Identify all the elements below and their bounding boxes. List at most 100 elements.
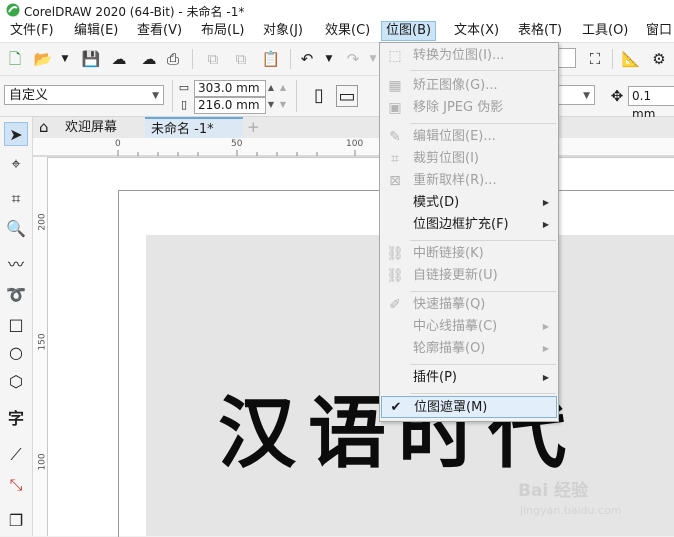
zoom-tool-icon[interactable]: 🔍 [4,217,28,241]
copy-icon[interactable]: ⧉ [230,48,252,70]
page-width-value: 303.0 mm [198,81,260,95]
portrait-icon[interactable]: ▯ [308,85,330,107]
menu-file[interactable]: 文件(F) [6,22,58,40]
freehand-tool-icon[interactable]: 〰 [4,253,28,277]
menu-edit[interactable]: 编辑(E) [70,22,122,40]
tab-document[interactable]: 未命名 -1* [145,117,243,138]
menu-item-straighten-image[interactable]: ▦ 矫正图像(G)... [381,75,557,97]
menu-tools[interactable]: 工具(O) [578,22,632,40]
print-icon[interactable]: ⎙ [162,48,184,70]
units-select[interactable]: ▼ [557,85,595,105]
convert-bitmap-icon: ⬚ [388,48,402,64]
parallel-dimension-icon[interactable]: ⟋ [4,443,28,467]
menu-item-crop-bitmap[interactable]: ⌗ 裁剪位图(I) [381,148,557,170]
menu-item-centerline-trace[interactable]: 中心线描摹(C) ▶ [381,316,557,338]
menu-item-bitmap-border-expand[interactable]: 位图边框扩充(F) ▶ [381,214,557,236]
landscape-icon[interactable]: ▭ [336,85,358,107]
page-width-field[interactable]: 303.0 mm [194,80,266,97]
jpeg-artifact-icon: ▣ [388,100,402,116]
menu-effects[interactable]: 效果(C) [321,22,374,40]
full-screen-icon[interactable]: ⛶ [584,48,606,70]
standard-toolbar: 🗋 📂 ▼ 💾 ☁ ☁ ⎙ ⧉ ⧉ 📋 ↶ ▼ ↷ ▼ ⛶ 📐 ⚙ [0,43,674,76]
submenu-arrow-icon: ▶ [542,344,549,353]
artistic-media-icon[interactable]: ➰ [4,283,28,307]
menu-item-edit-bitmap[interactable]: ✎ 编辑位图(E)... [381,126,557,148]
ruler-label: 0 [115,139,121,149]
connector-tool-icon[interactable]: ⤡ [4,473,28,497]
redo-icon[interactable]: ↷ [342,48,364,70]
ruler-label: 200 [37,213,48,231]
menu-layout[interactable]: 布局(L) [197,22,248,40]
height-spinner-icon[interactable]: ▼ [266,94,276,116]
property-bar: 自定义 ▼ ▭ 303.0 mm ▲ ▲ ▯ 216.0 mm ▼ ▼ ▯ ▭ … [0,76,674,121]
open-folder-icon[interactable]: 📂 [32,48,54,70]
drop-shadow-icon[interactable]: ❐ [4,509,28,533]
rectangle-tool-icon[interactable]: □ [4,313,28,337]
menu-item-update-link[interactable]: ⛓ 自链接更新(U) [381,265,557,287]
title-bar: CorelDRAW 2020 (64-Bit) - 未命名 -1* [0,0,674,20]
horizontal-ruler[interactable]: 0 50 100 [33,138,674,158]
paste-icon[interactable]: 📋 [260,48,282,70]
cut-icon[interactable]: ⧉ [202,48,224,70]
menu-item-outline-trace[interactable]: 轮廓描摹(O) ▶ [381,338,557,360]
menu-item-bitmap-mask[interactable]: ✔ 位图遮罩(M) [381,396,557,418]
home-icon[interactable]: ⌂ [33,117,59,138]
text-tool-icon[interactable]: 字 [4,407,28,431]
menu-item-resample[interactable]: ⊠ 重新取样(R)... [381,170,557,192]
menu-object[interactable]: 对象(J) [259,22,307,40]
options-icon[interactable]: ⚙ [648,48,670,70]
page-preset-value: 自定义 [9,88,49,103]
submenu-arrow-icon: ▶ [542,373,549,382]
ellipse-tool-icon[interactable]: ○ [4,341,28,365]
vertical-ruler[interactable]: 200 150 100 [33,157,48,536]
save-icon[interactable]: 💾 [80,48,102,70]
checkmark-icon: ✔ [390,400,402,415]
update-link-icon: ⛓ [386,268,404,284]
toolbox: ➤ ⌖ ⌗ 🔍 〰 ➰ □ ○ ⬡ 字 ⟋ ⤡ ❐ [0,117,33,536]
ruler-label: 50 [231,139,243,149]
open-dropdown-icon[interactable]: ▼ [54,48,76,70]
new-document-icon[interactable]: 🗋 [4,48,26,70]
pick-tool-icon[interactable]: ➤ [4,122,28,146]
menu-bitmap[interactable]: 位图(B) [381,21,437,41]
add-tab-button[interactable]: + [241,117,263,138]
menu-table[interactable]: 表格(T) [514,22,566,40]
rulers-toggle-icon[interactable]: 📐 [620,48,642,70]
crop-bitmap-icon: ⌗ [391,151,399,167]
nudge-distance-field[interactable]: 0.1 mm [628,86,674,121]
menu-item-mode[interactable]: 模式(D) ▶ [381,192,557,214]
crop-tool-icon[interactable]: ⌗ [4,187,28,211]
undo-icon[interactable]: ↶ [296,48,318,70]
chevron-down-icon: ▼ [152,91,159,101]
menu-item-quick-trace[interactable]: ✐ 快速描摹(Q) [381,294,557,316]
menu-view[interactable]: 查看(V) [133,22,186,40]
watermark-logo: Bai 经验 [518,481,589,501]
page-height-value: 216.0 mm [198,98,260,112]
menu-bar: 文件(F) 编辑(E) 查看(V) 布局(L) 对象(J) 效果(C) 位图(B… [0,20,674,43]
page-height-field[interactable]: 216.0 mm [194,97,266,114]
break-link-icon: ⛓ [386,246,404,262]
straighten-image-icon: ▦ [388,78,402,94]
cloud-download-icon[interactable]: ☁ [138,48,160,70]
menu-item-convert-to-bitmap[interactable]: ⬚ 转换为位图(I)... [381,45,557,67]
shape-tool-icon[interactable]: ⌖ [4,152,28,176]
menu-window[interactable]: 窗口 [642,22,674,40]
submenu-arrow-icon: ▶ [542,198,549,207]
menu-item-plugins[interactable]: 插件(P) ▶ [381,367,557,389]
document-tabs: ⌂ 欢迎屏幕 未命名 -1* + [33,117,674,138]
window-title: CorelDRAW 2020 (64-Bit) - 未命名 -1* [24,5,245,19]
bitmap-menu-dropdown: ⬚ 转换为位图(I)... ▦ 矫正图像(G)... ▣ 移除 JPEG 伪影 … [379,42,559,422]
menu-item-remove-jpeg-artifacts[interactable]: ▣ 移除 JPEG 伪影 [381,97,557,119]
resample-icon: ⊠ [389,173,401,189]
polygon-tool-icon[interactable]: ⬡ [4,370,28,394]
menu-item-break-link[interactable]: ⛓ 中断链接(K) [381,243,557,265]
menu-text[interactable]: 文本(X) [450,22,503,40]
submenu-arrow-icon: ▶ [542,322,549,331]
ruler-label: 150 [37,333,48,351]
watermark-url: jingyan.baidu.com [520,504,622,517]
page-preset-select[interactable]: 自定义 ▼ [4,85,164,105]
page-height-icon: ▯ [180,98,188,111]
height-spinner-down-icon[interactable]: ▼ [278,94,288,116]
cloud-upload-icon[interactable]: ☁ [108,48,130,70]
undo-dropdown-icon[interactable]: ▼ [318,48,340,70]
